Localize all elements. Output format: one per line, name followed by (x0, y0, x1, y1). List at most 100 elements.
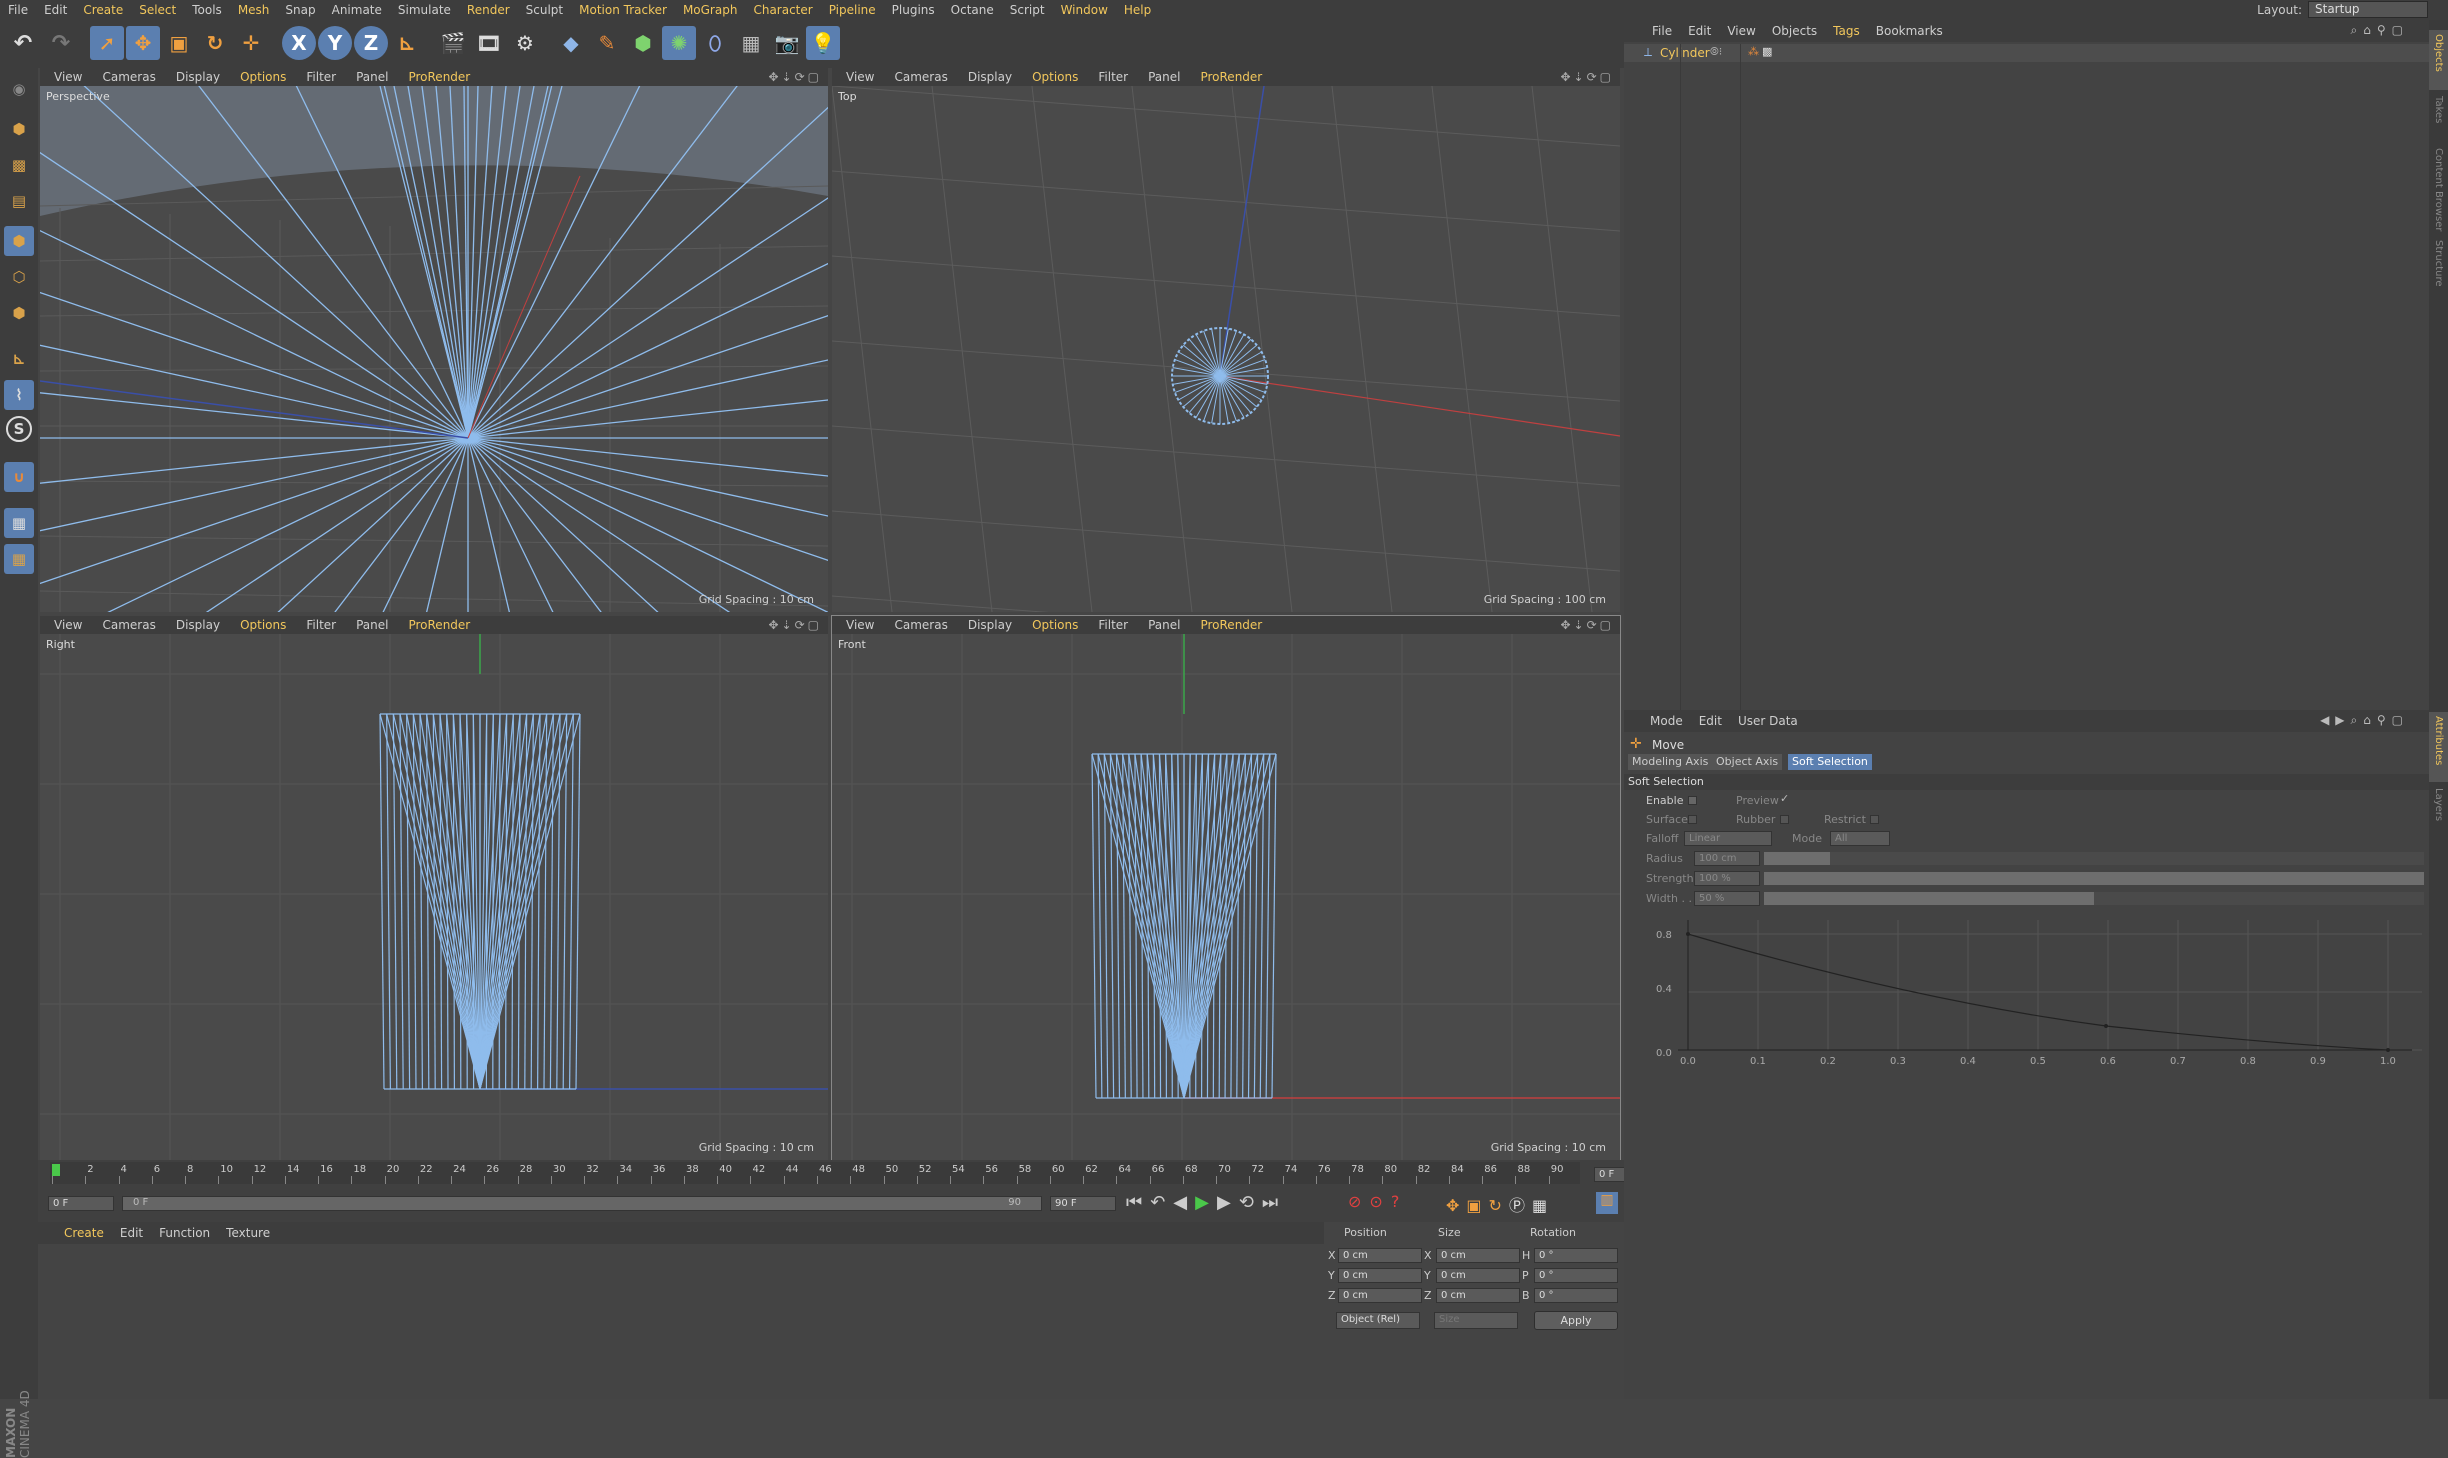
vp-menu-cameras[interactable]: Cameras (102, 70, 155, 84)
render-view-icon[interactable]: 🎬 (436, 26, 470, 60)
edges-mode-icon[interactable]: ⬡ (4, 262, 34, 292)
pos-x-field[interactable]: 0 cm (1338, 1248, 1422, 1263)
material-tag-icon[interactable]: ▩ (1762, 45, 1772, 58)
points-mode-icon[interactable]: ⬢ (4, 226, 34, 256)
timeline-window-icon[interactable]: ▥ (1596, 1192, 1618, 1214)
tweak-mode-icon[interactable]: ⌇ (4, 380, 34, 410)
strength-slider[interactable] (1764, 872, 2424, 885)
deformer-icon[interactable]: ⬯ (698, 26, 732, 60)
rotate-tool-icon[interactable]: ↻ (198, 26, 232, 60)
vp-menu-filter[interactable]: Filter (306, 618, 336, 632)
move-tool-icon[interactable]: ✥ (126, 26, 160, 60)
vp-menu-options[interactable]: Options (240, 70, 286, 84)
viewport-nav-icons[interactable]: ✥⇣⟳▢ (768, 618, 822, 632)
rot-h-field[interactable]: 0 ° (1534, 1248, 1618, 1263)
size-y-field[interactable]: 0 cm (1436, 1268, 1520, 1283)
vp-menu-display[interactable]: Display (968, 70, 1012, 84)
am-menu-user-data[interactable]: User Data (1738, 714, 1798, 728)
phong-tag-icon[interactable]: ⁂ (1748, 45, 1759, 58)
model-mode-icon[interactable]: ⬢ (4, 114, 34, 144)
prev-frame-icon[interactable]: ◀ (1173, 1192, 1195, 1213)
vp-menu-filter[interactable]: Filter (306, 70, 336, 84)
key-scale-icon[interactable]: ▣ (1466, 1196, 1488, 1215)
mat-menu-create[interactable]: Create (64, 1226, 104, 1240)
layout-dropdown[interactable]: Startup (2308, 1, 2428, 18)
radius-field[interactable]: 100 cm (1694, 851, 1760, 866)
snap-toggle-icon[interactable]: S (6, 416, 32, 442)
viewport-nav-icons[interactable]: ✥⇣⟳▢ (768, 70, 822, 84)
vp-menu-prorender[interactable]: ProRender (1200, 70, 1262, 84)
mat-menu-edit[interactable]: Edit (120, 1226, 143, 1240)
viewport-nav-icons[interactable]: ✥⇣⟳▢ (1560, 70, 1614, 84)
surface-checkbox[interactable] (1688, 815, 1697, 824)
strength-field[interactable]: 100 % (1694, 871, 1760, 886)
menu-help[interactable]: Help (1116, 3, 1159, 17)
x-axis-lock-button[interactable]: X (282, 26, 316, 60)
key-parameter-icon[interactable]: Ⓟ (1509, 1196, 1532, 1215)
camera-icon[interactable]: 📷 (770, 26, 804, 60)
autokey-icon[interactable]: ⊙ (1369, 1192, 1390, 1211)
playhead[interactable] (52, 1164, 60, 1176)
viewport-right[interactable]: View Cameras Display Options Filter Pane… (40, 616, 828, 1160)
rot-b-field[interactable]: 0 ° (1534, 1288, 1618, 1303)
viewport-top[interactable]: View Cameras Display Options Filter Pane… (832, 68, 1620, 612)
viewport-perspective[interactable]: View Cameras Display Options Filter Pane… (40, 68, 828, 612)
menu-snap[interactable]: Snap (277, 3, 323, 17)
vp-menu-filter[interactable]: Filter (1098, 70, 1128, 84)
tab-object-axis[interactable]: Object Axis (1712, 754, 1782, 770)
om-menu-edit[interactable]: Edit (1688, 24, 1711, 38)
grid-snap-icon[interactable]: ▦ (4, 544, 34, 574)
viewport-front[interactable]: View Cameras Display Options Filter Pane… (832, 616, 1620, 1160)
cloner-icon[interactable]: ✺ (662, 26, 696, 60)
menu-sculpt[interactable]: Sculpt (518, 3, 571, 17)
side-tab-takes[interactable]: Takes (2429, 92, 2448, 142)
pos-z-field[interactable]: 0 cm (1338, 1288, 1422, 1303)
goto-start-icon[interactable]: ⏮ (1126, 1192, 1150, 1213)
key-position-icon[interactable]: ✥ (1446, 1196, 1466, 1215)
menu-simulate[interactable]: Simulate (390, 3, 459, 17)
vp-menu-display[interactable]: Display (968, 618, 1012, 632)
am-menu-mode[interactable]: Mode (1650, 714, 1683, 728)
z-axis-lock-button[interactable]: Z (354, 26, 388, 60)
vp-menu-display[interactable]: Display (176, 70, 220, 84)
falloff-curve-graph[interactable]: 0.8 0.4 0.0 0.00.10.20.30.40.50.60.70.80… (1652, 910, 2432, 1070)
object-name-cylinder[interactable]: Cylinder (1660, 46, 1710, 60)
vp-menu-panel[interactable]: Panel (1148, 618, 1180, 632)
menu-mograph[interactable]: MoGraph (675, 3, 746, 17)
side-tab-attributes[interactable]: Attributes (2429, 712, 2448, 782)
menu-edit[interactable]: Edit (36, 3, 75, 17)
vp-menu-options[interactable]: Options (240, 618, 286, 632)
menu-tools[interactable]: Tools (184, 3, 230, 17)
om-menu-file[interactable]: File (1652, 24, 1672, 38)
radius-slider[interactable] (1764, 852, 2424, 865)
preview-range-slider[interactable]: 0 F 90 (122, 1196, 1042, 1211)
y-axis-lock-button[interactable]: Y (318, 26, 352, 60)
menu-select[interactable]: Select (131, 3, 184, 17)
keyframe-selection-icon[interactable]: ? (1391, 1192, 1408, 1211)
vp-menu-prorender[interactable]: ProRender (1200, 618, 1262, 632)
cube-primitive-icon[interactable]: ◆ (554, 26, 588, 60)
axis-mode-icon[interactable]: ⊾ (4, 344, 34, 374)
width-slider[interactable] (1764, 892, 2424, 905)
goto-end-icon[interactable]: ⏭ (1262, 1192, 1286, 1213)
vp-menu-panel[interactable]: Panel (356, 618, 388, 632)
vp-menu-view[interactable]: View (54, 70, 82, 84)
size-x-field[interactable]: 0 cm (1436, 1248, 1520, 1263)
menu-pipeline[interactable]: Pipeline (821, 3, 884, 17)
floor-icon[interactable]: ▦ (734, 26, 768, 60)
prev-key-icon[interactable]: ↶ (1150, 1192, 1173, 1213)
preview-checkbox[interactable]: ✓ (1780, 792, 1789, 805)
restrict-checkbox[interactable] (1870, 815, 1879, 824)
vp-menu-display[interactable]: Display (176, 618, 220, 632)
menu-animate[interactable]: Animate (324, 3, 390, 17)
next-frame-icon[interactable]: ▶ (1217, 1192, 1239, 1213)
texture-mode-icon[interactable]: ▩ (4, 150, 34, 180)
vp-menu-view[interactable]: View (846, 618, 874, 632)
menu-render[interactable]: Render (459, 3, 518, 17)
om-menu-bookmarks[interactable]: Bookmarks (1876, 24, 1943, 38)
recent-tools-icon[interactable]: ✛ (234, 26, 268, 60)
vp-menu-filter[interactable]: Filter (1098, 618, 1128, 632)
render-picture-viewer-icon[interactable]: 🎞 (472, 26, 506, 60)
side-tab-layers[interactable]: Layers (2429, 784, 2448, 834)
key-rotation-icon[interactable]: ↻ (1489, 1196, 1509, 1215)
